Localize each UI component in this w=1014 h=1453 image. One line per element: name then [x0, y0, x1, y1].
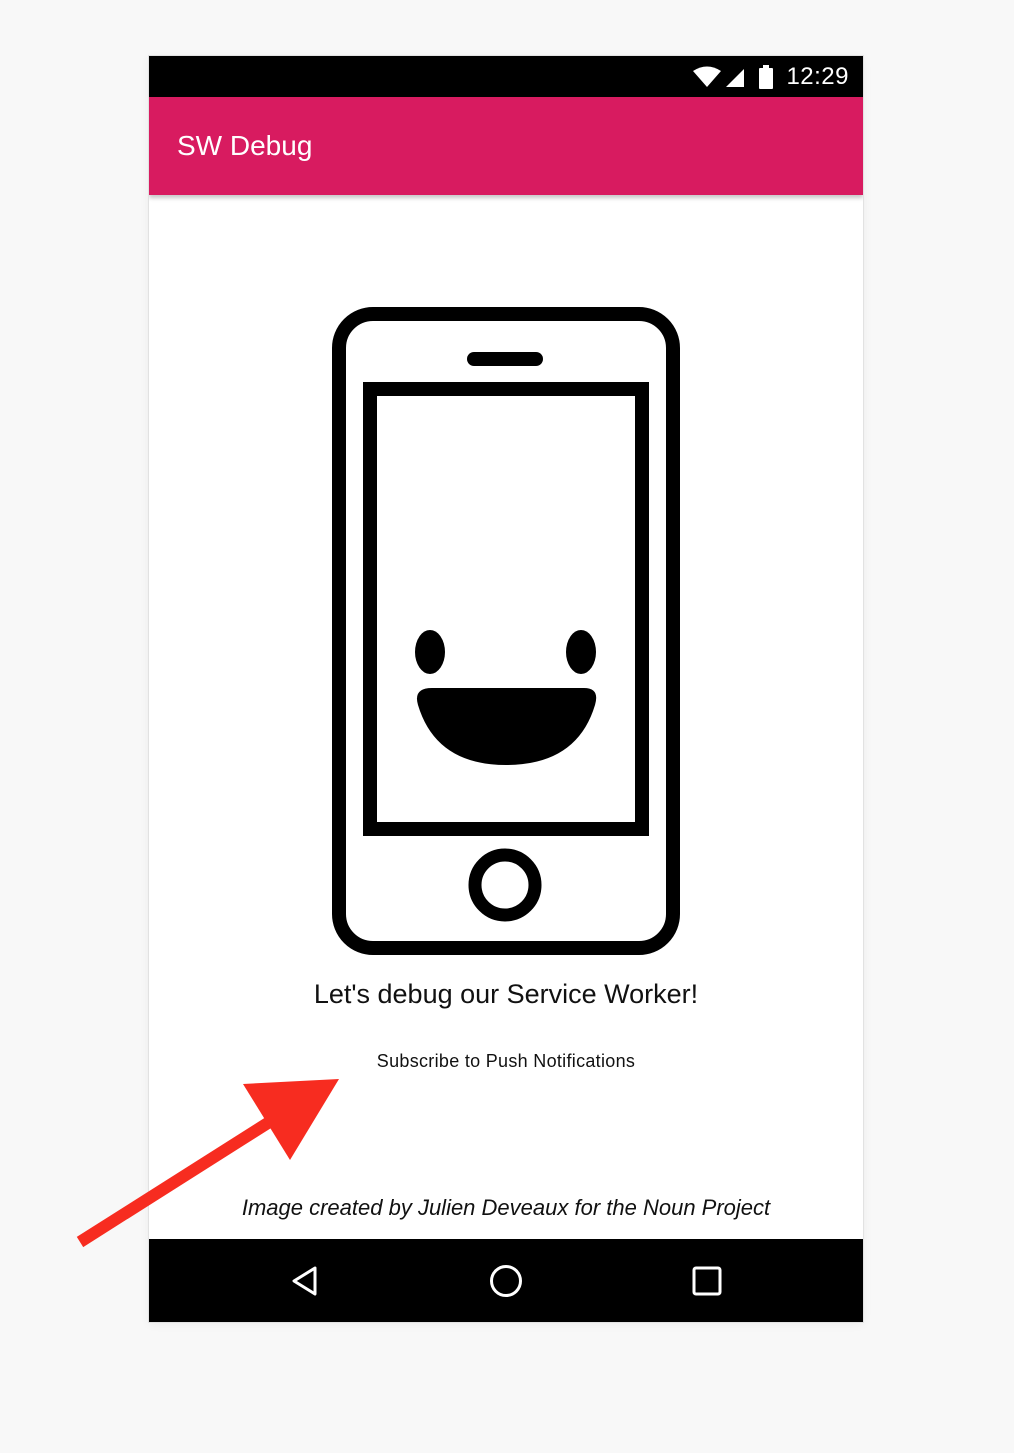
wifi-icon — [692, 66, 722, 88]
battery-icon — [758, 64, 774, 89]
main-content: Let's debug our Service Worker! Subscrib… — [149, 195, 863, 1239]
app-title: SW Debug — [177, 130, 313, 161]
recents-icon[interactable] — [681, 1255, 733, 1307]
status-bar: 12:29 — [149, 56, 863, 97]
image-credit: Image created by Julien Deveaux for the … — [241, 1195, 771, 1220]
smiling-phone-illustration — [332, 307, 680, 955]
right-eye — [566, 630, 596, 674]
app-bar: SW Debug — [149, 97, 863, 195]
subscribe-button[interactable]: Subscribe to Push Notifications — [356, 1045, 656, 1077]
status-time: 12:29 — [786, 62, 849, 90]
device-frame: 12:29 SW Debug Let's debug our Service W… — [149, 56, 863, 1322]
status-icons: 12:29 — [692, 56, 849, 97]
home-icon[interactable] — [480, 1255, 532, 1307]
cell-signal-icon — [724, 66, 746, 88]
phone-speaker — [467, 352, 543, 366]
smile-mouth — [416, 688, 597, 765]
left-eye — [415, 630, 445, 674]
back-icon[interactable] — [279, 1255, 331, 1307]
phone-home-button — [468, 848, 542, 922]
navigation-bar — [149, 1239, 863, 1322]
headline: Let's debug our Service Worker! — [313, 979, 699, 1009]
